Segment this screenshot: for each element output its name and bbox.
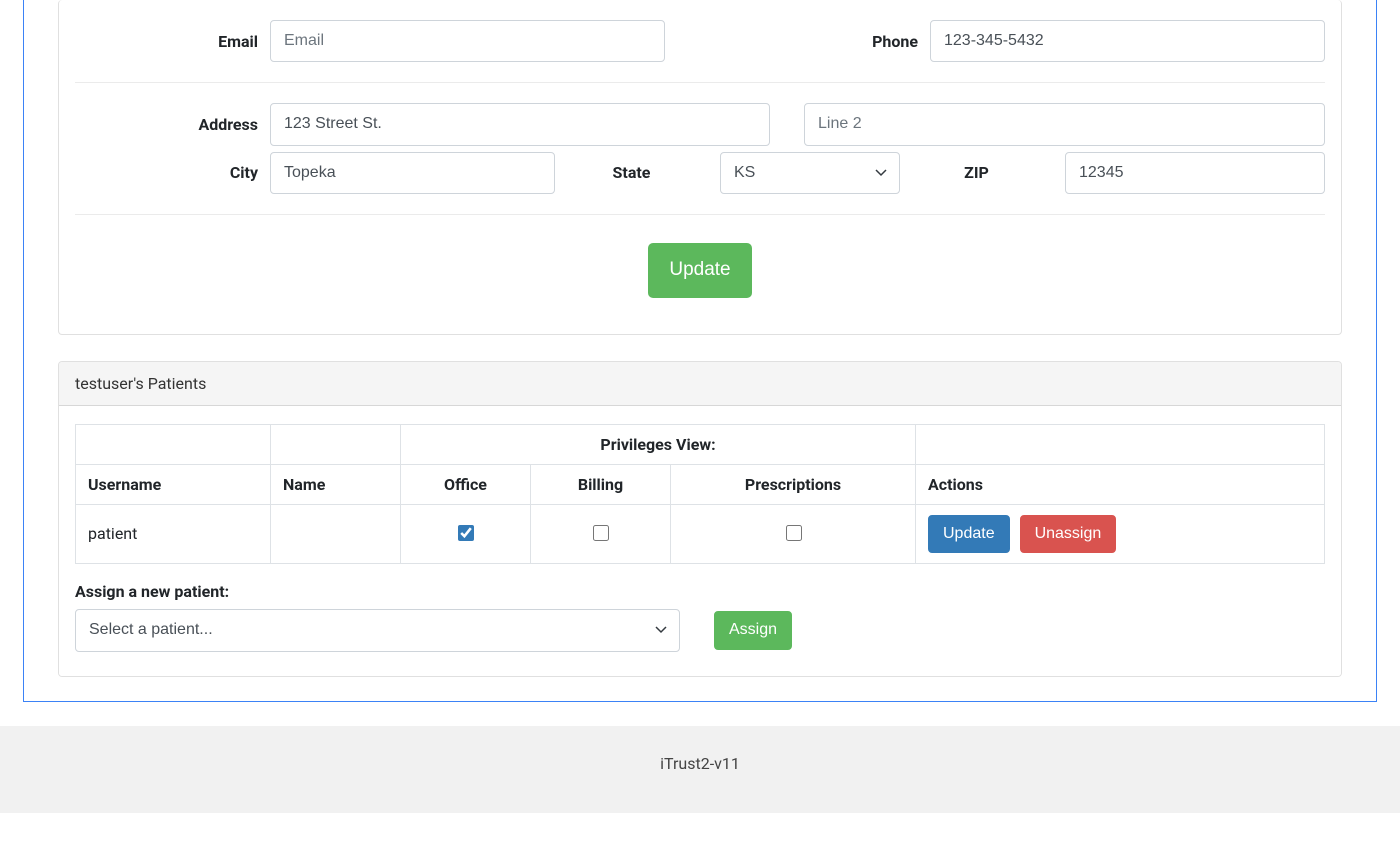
col-prescriptions: Prescriptions	[671, 464, 916, 504]
assign-button[interactable]: Assign	[714, 611, 792, 649]
row-update-button[interactable]: Update	[928, 515, 1010, 553]
patients-panel-body: Privileges View: Username Name Office Bi…	[59, 406, 1341, 676]
update-button[interactable]: Update	[648, 243, 751, 298]
office-checkbox[interactable]	[458, 525, 474, 541]
zip-label: ZIP	[900, 163, 1065, 182]
email-label: Email	[75, 32, 270, 51]
table-header-row-1: Privileges View:	[76, 424, 1325, 464]
update-button-row: Update	[75, 215, 1325, 334]
assign-new-patient-label: Assign a new patient:	[75, 582, 1325, 601]
assign-row: Select a patient... Assign	[75, 609, 1325, 651]
privileges-table: Privileges View: Username Name Office Bi…	[75, 424, 1325, 564]
address-line2-input[interactable]	[804, 103, 1325, 145]
table-row: patient Update Unassign	[76, 504, 1325, 563]
col-name: Name	[271, 464, 401, 504]
col-office: Office	[401, 464, 531, 504]
site-footer: iTrust2-v11	[0, 726, 1400, 813]
prescriptions-checkbox[interactable]	[786, 525, 802, 541]
address-line1-input[interactable]	[270, 103, 770, 145]
privileges-view-header: Privileges View:	[401, 424, 916, 464]
row-city-state-zip: City State KS ZIP	[75, 146, 1325, 215]
col-username: Username	[76, 464, 271, 504]
phone-input[interactable]	[930, 20, 1325, 62]
cell-actions: Update Unassign	[916, 504, 1325, 563]
page-container: Email Phone Address	[23, 0, 1377, 702]
form-section: Email Phone Address	[59, 0, 1341, 334]
cell-username: patient	[76, 504, 271, 563]
col-actions: Actions	[916, 464, 1325, 504]
phone-label: Phone	[790, 32, 930, 51]
city-label: City	[75, 163, 270, 182]
patients-panel: testuser's Patients Privileges View: Use…	[58, 361, 1342, 677]
address-label: Address	[75, 115, 270, 134]
zip-input[interactable]	[1065, 152, 1325, 194]
assign-patient-select[interactable]: Select a patient...	[75, 609, 680, 651]
row-address: Address	[75, 83, 1325, 145]
city-input[interactable]	[270, 152, 555, 194]
table-header-row-2: Username Name Office Billing Prescriptio…	[76, 464, 1325, 504]
row-email-phone: Email Phone	[75, 0, 1325, 83]
cell-name	[271, 504, 401, 563]
col-billing: Billing	[531, 464, 671, 504]
state-select[interactable]: KS	[720, 152, 900, 194]
row-unassign-button[interactable]: Unassign	[1020, 515, 1117, 553]
billing-checkbox[interactable]	[593, 525, 609, 541]
edit-form-panel: Email Phone Address	[58, 0, 1342, 335]
email-input[interactable]	[270, 20, 665, 62]
state-label: State	[555, 163, 720, 182]
patients-panel-header: testuser's Patients	[59, 362, 1341, 406]
